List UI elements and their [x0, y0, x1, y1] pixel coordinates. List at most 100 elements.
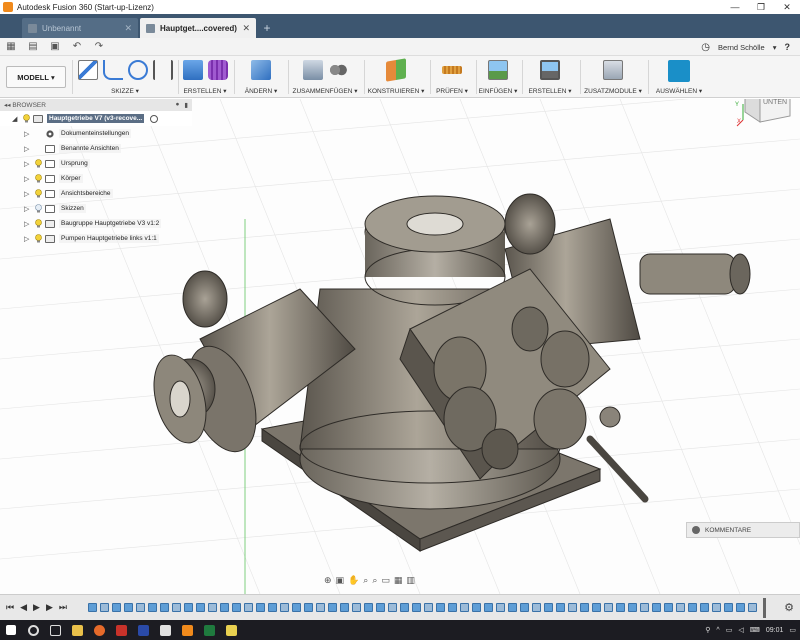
look-at-icon[interactable]: ▣ — [336, 575, 345, 586]
select-cursor-icon[interactable] — [668, 60, 690, 82]
3d-viewport[interactable]: ◂◂ BROWSER ● ▮ ◢ Hauptgetriebe V7 (v3-re… — [0, 99, 800, 594]
ribbon-group-konstruieren[interactable]: KONSTRUIEREN ▾ — [366, 56, 426, 98]
timeline-feature-icon[interactable] — [508, 603, 517, 612]
timeline-feature-icon[interactable] — [580, 603, 589, 612]
close-tab-icon[interactable]: ✕ — [124, 23, 132, 34]
timeline-feature-icon[interactable] — [436, 603, 445, 612]
timeline-feature-icon[interactable] — [520, 603, 529, 612]
timeline-feature-icon[interactable] — [640, 603, 649, 612]
expand-triangle-icon[interactable]: ▷ — [24, 145, 32, 153]
timeline-feature-icon[interactable] — [232, 603, 241, 612]
browser-item-ursprung[interactable]: ▷ Ursprung — [0, 156, 192, 171]
visibility-bulb-icon[interactable] — [35, 219, 42, 228]
timeline-feature-icon[interactable] — [400, 603, 409, 612]
timeline-feature-icon[interactable] — [376, 603, 385, 612]
maximize-button[interactable]: ❐ — [748, 0, 774, 14]
user-dropdown-icon[interactable]: ▾ — [773, 43, 777, 52]
timeline-feature-icon[interactable] — [160, 603, 169, 612]
file-menu-icon[interactable]: ▤ — [22, 39, 44, 55]
ribbon-group-erstellen-2[interactable]: ERSTELLEN ▾ — [524, 56, 576, 98]
timeline-feature-icon[interactable] — [700, 603, 709, 612]
ribbon-group-erstellen[interactable]: ERSTELLEN ▾ — [180, 56, 230, 98]
visibility-bulb-icon[interactable] — [23, 114, 30, 123]
clock[interactable]: 09:01 — [766, 627, 784, 634]
visibility-bulb-icon[interactable] — [35, 159, 42, 168]
expand-triangle-icon[interactable]: ▷ — [24, 235, 32, 243]
up-arrow-tray-icon[interactable]: ^ — [716, 627, 719, 634]
help-button[interactable]: ? — [785, 42, 791, 52]
timeline-feature-icon[interactable] — [352, 603, 361, 612]
timeline-feature-icon[interactable] — [532, 603, 541, 612]
timeline-feature-icon[interactable] — [496, 603, 505, 612]
search-icon[interactable] — [22, 620, 44, 640]
timeline-feature-icon[interactable] — [748, 603, 757, 612]
timeline-feature-icon[interactable] — [544, 603, 553, 612]
timeline-feature-icon[interactable] — [304, 603, 313, 612]
ribbon-group-zusammenfuegen[interactable]: ZUSAMMENFÜGEN ▾ — [290, 56, 360, 98]
timeline-feature-icon[interactable] — [472, 603, 481, 612]
form-icon[interactable] — [207, 60, 228, 80]
timeline-feature-icon[interactable] — [568, 603, 577, 612]
timeline-feature-icon[interactable] — [412, 603, 421, 612]
timeline-feature-icon[interactable] — [220, 603, 229, 612]
tab-hauptgetriebe[interactable]: Hauptget....covered) ✕ — [140, 18, 256, 38]
network-tray-icon[interactable]: ▭ — [726, 626, 733, 634]
excel-icon[interactable] — [198, 620, 220, 640]
browser-item-dokumenteinstellungen[interactable]: ▷ Dokumenteinstellungen — [0, 126, 192, 141]
press-pull-icon[interactable] — [251, 60, 271, 80]
tab-unbenannt[interactable]: Unbenannt ✕ — [22, 18, 138, 38]
ribbon-group-pruefen[interactable]: PRÜFEN ▾ — [432, 56, 472, 98]
timeline-feature-icon[interactable] — [712, 603, 721, 612]
ribbon-group-auswaehlen[interactable]: AUSWÄHLEN ▾ — [650, 56, 708, 98]
timeline-feature-icon[interactable] — [724, 603, 733, 612]
browser-item-ansichtsbereiche[interactable]: ▷ Ansichtsbereiche — [0, 186, 192, 201]
ribbon-group-skizze[interactable]: SKIZZE ▾ — [74, 56, 176, 98]
circle-icon[interactable] — [127, 60, 148, 80]
expand-triangle-icon[interactable]: ▷ — [24, 130, 32, 138]
paint-app-icon[interactable] — [154, 620, 176, 640]
explorer-icon[interactable] — [66, 620, 88, 640]
line-icon[interactable] — [102, 60, 123, 80]
timeline-feature-icon[interactable] — [652, 603, 661, 612]
close-tab-icon[interactable]: ✕ — [242, 23, 250, 34]
viewcube-face-label[interactable]: UNTEN — [763, 99, 787, 106]
close-button[interactable]: ✕ — [774, 0, 800, 14]
workspace-switcher[interactable]: MODELL ▾ — [6, 66, 66, 88]
browser-item-skizzen[interactable]: ▷ Skizzen — [0, 201, 192, 216]
browser-item-baugruppe[interactable]: ▷ Baugruppe Hauptgetriebe V3 v1:2 — [0, 216, 192, 231]
red-app-icon[interactable] — [110, 620, 132, 640]
visibility-bulb-off-icon[interactable] — [35, 204, 42, 213]
zoom-icon[interactable]: ⌕ — [363, 575, 368, 586]
timeline-feature-icon[interactable] — [88, 603, 97, 612]
undo-icon[interactable]: ↶ — [66, 39, 88, 55]
timeline-feature-icon[interactable] — [268, 603, 277, 612]
timeline-feature-icon[interactable] — [688, 603, 697, 612]
timeline-feature-icon[interactable] — [736, 603, 745, 612]
collapse-browser-icon[interactable]: ◂◂ — [4, 101, 12, 109]
browser-item-benannte-ansichten[interactable]: ▷ Benannte Ansichten — [0, 141, 192, 156]
timeline-feature-icon[interactable] — [136, 603, 145, 612]
timeline-feature-icon[interactable] — [208, 603, 217, 612]
timeline-feature-icon[interactable] — [196, 603, 205, 612]
expand-triangle-icon[interactable]: ▷ — [24, 160, 32, 168]
timeline-settings-gear-icon[interactable]: ⚙ — [784, 601, 794, 614]
notifications-icon[interactable]: ▭ — [789, 626, 796, 634]
viewports-icon[interactable]: ▥ — [406, 575, 415, 586]
pan-hand-icon[interactable]: ✋ — [348, 575, 359, 586]
timeline-feature-icon[interactable] — [172, 603, 181, 612]
timeline-feature-icon[interactable] — [676, 603, 685, 612]
render-icon[interactable] — [540, 60, 560, 80]
orbit-icon[interactable]: ⊕ — [324, 575, 332, 586]
timeline-feature-icon[interactable] — [364, 603, 373, 612]
fit-zoom-icon[interactable]: ⌕ — [372, 575, 377, 586]
user-menu[interactable]: Bernd Schölle — [718, 43, 765, 52]
timeline-feature-icon[interactable] — [280, 603, 289, 612]
expand-triangle-icon[interactable]: ▷ — [24, 190, 32, 198]
comments-panel[interactable]: KOMMENTARE — [686, 522, 800, 538]
visibility-bulb-icon[interactable] — [35, 174, 42, 183]
expand-triangle-icon[interactable]: ▷ — [24, 205, 32, 213]
timeline-feature-icon[interactable] — [184, 603, 193, 612]
new-tab-button[interactable]: + — [258, 18, 276, 38]
timeline-feature-icon[interactable] — [424, 603, 433, 612]
timeline-marker[interactable] — [763, 598, 766, 618]
